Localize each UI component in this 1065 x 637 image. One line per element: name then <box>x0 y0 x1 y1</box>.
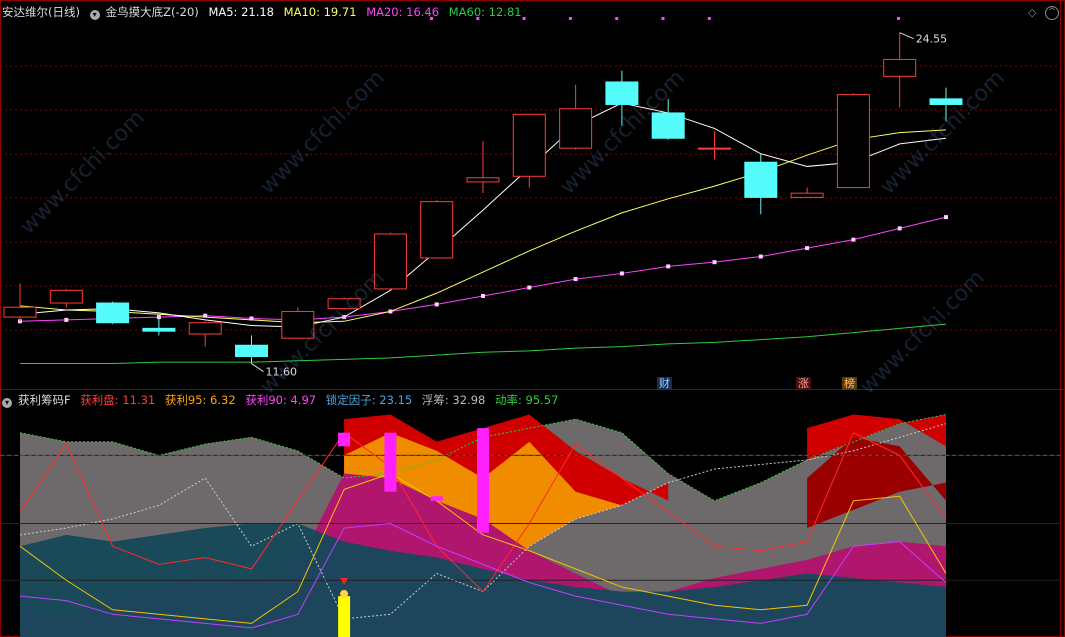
ma20-marker <box>944 215 948 220</box>
top-marker <box>615 17 619 20</box>
candle-body <box>698 147 731 150</box>
candle-body <box>790 192 824 198</box>
ma20-value: MA20: 16.46 <box>366 5 440 19</box>
lock-factor-value: 锁定因子: 23.15 <box>325 393 413 407</box>
profit-disk-value: 获利盘: 11.31 <box>80 393 156 407</box>
rank-badge[interactable]: 榜 <box>842 377 857 390</box>
ma60-value: MA60: 12.81 <box>448 5 522 19</box>
candle-body <box>929 98 963 105</box>
candle-body <box>466 177 500 183</box>
candle-body <box>559 108 593 149</box>
float-chips-value: 浮筹: 32.98 <box>421 393 486 407</box>
low-pointer <box>251 363 264 372</box>
ma20-marker <box>481 293 485 298</box>
buy-signal-icon <box>340 589 349 598</box>
limit-up-badge[interactable]: 涨 <box>796 377 811 390</box>
period-label[interactable]: (日线) <box>48 5 80 19</box>
ma20-marker <box>434 302 439 307</box>
candle-body <box>49 289 83 304</box>
candle-body <box>651 112 685 139</box>
stock-name[interactable]: 安达维尔 <box>2 5 48 19</box>
ma20-marker <box>342 315 347 320</box>
ma20-marker <box>249 316 254 321</box>
ma20-marker <box>388 309 393 314</box>
collapse-icon[interactable]: ^ <box>1045 6 1059 20</box>
candle-body <box>744 161 778 198</box>
ma20-marker <box>805 246 810 251</box>
ma20-marker <box>203 313 208 318</box>
financial-badge[interactable]: 财 <box>657 377 672 390</box>
ma10-value: MA10: 19.71 <box>283 5 357 19</box>
ma20-marker <box>527 285 532 290</box>
ma20-marker <box>619 271 624 276</box>
main-header: 安达维尔(日线) ▾ 金鸟摸大底Z(-20) MA5: 21.18 MA10: 1… <box>2 5 528 20</box>
profit90-value: 获利90: 4.97 <box>245 393 317 407</box>
ma20-marker <box>897 226 902 231</box>
signal-bar <box>430 496 443 501</box>
profit95-value: 获利95: 6.32 <box>164 393 236 407</box>
sub-header: ▾ 获利筹码F 获利盘: 11.31 获利95: 6.32 获利90: 4.97 … <box>2 393 564 408</box>
candle-body <box>883 58 917 77</box>
top-marker <box>661 17 665 20</box>
ma20-marker <box>573 277 578 282</box>
candle-body <box>420 201 454 259</box>
momentum-value: 动率: 95.57 <box>494 393 559 407</box>
sub-indicator-name[interactable]: 获利筹码F <box>18 393 71 407</box>
candle-body <box>512 113 546 177</box>
ma20-marker <box>851 237 856 242</box>
top-marker <box>897 17 900 20</box>
diamond-icon[interactable]: ◇ <box>1028 6 1036 19</box>
candle-body <box>281 310 315 339</box>
signal-bar <box>477 428 489 533</box>
candle-body <box>373 233 407 290</box>
ma20-marker <box>712 260 717 265</box>
candle-body <box>96 302 130 324</box>
ma20-marker <box>666 264 671 269</box>
candle-body <box>235 344 268 358</box>
candle-body <box>3 306 37 318</box>
indicator-name[interactable]: 金鸟摸大底Z(-20) <box>106 5 199 19</box>
low-price-label: 11.60 <box>266 366 298 379</box>
ma20-marker <box>64 317 69 322</box>
signal-bar <box>384 432 397 492</box>
sub-indicator-menu-icon[interactable]: ▾ <box>2 398 12 408</box>
top-marker <box>707 17 711 20</box>
buy-signal-bar <box>338 596 351 637</box>
high-price-label: 24.55 <box>916 33 948 46</box>
candle-body <box>188 322 222 335</box>
ma5-line <box>19 102 947 328</box>
top-marker <box>568 17 572 20</box>
ma20-marker <box>758 254 763 259</box>
ma5-value: MA5: 21.18 <box>208 5 274 19</box>
stock-chart-canvas[interactable]: 24.55 11.60 <box>0 0 1065 637</box>
indicator-menu-icon[interactable]: ▾ <box>89 10 100 20</box>
high-pointer <box>899 32 914 40</box>
ma20-line <box>19 216 947 322</box>
candle-body <box>836 94 870 189</box>
signal-bar <box>338 432 351 447</box>
candle-body <box>327 298 361 310</box>
candle-body <box>605 81 639 105</box>
candle-body <box>142 327 176 332</box>
